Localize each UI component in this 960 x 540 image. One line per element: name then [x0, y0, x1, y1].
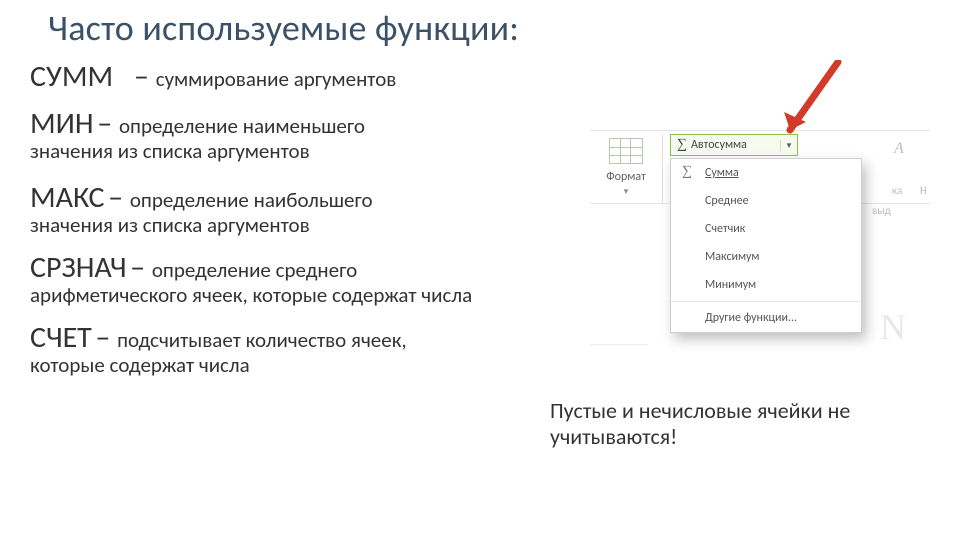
func-sum-desc: суммирование аргументов: [156, 66, 397, 92]
func-min-desc1: определение наименьшего: [119, 113, 365, 139]
ribbon-faded-text: выд: [872, 204, 891, 217]
worksheet-grid: [590, 344, 648, 369]
func-avg-desc1: определение среднего: [152, 257, 357, 283]
func-avg-desc2: арифметического ячеек, которые содержат …: [30, 284, 530, 307]
sigma-icon: ∑: [671, 137, 691, 153]
excel-screenshot: Формат ▾ ∑ Автосумма ▾ ∑ Сумма Среднее С…: [590, 118, 930, 368]
ribbon-separator: [662, 134, 663, 204]
slide-title: Часто используемые функции:: [48, 6, 519, 50]
func-avg-name: СРЗНАЧ: [30, 249, 127, 286]
ribbon-faded-text: А: [894, 140, 904, 158]
menu-item-min-label: Минимум: [705, 278, 756, 292]
autosum-dropdown: ∑ Сумма Среднее Счетчик Максимум Минимум…: [670, 158, 862, 333]
ribbon-faded-text: ка: [892, 184, 902, 197]
menu-item-avg[interactable]: Среднее: [671, 187, 861, 215]
func-max-desc1: определение наибольшего: [130, 187, 373, 213]
functions-list: СУММ – суммирование аргументов МИН – опр…: [30, 50, 530, 377]
note-text: Пустые и нечисловые ячейки не учитываютс…: [550, 398, 890, 451]
chevron-down-icon[interactable]: ▾: [780, 140, 797, 151]
menu-item-avg-label: Среднее: [705, 194, 749, 208]
func-count-desc1: подсчитывает количество ячеек,: [117, 327, 407, 353]
func-sum-name: СУММ: [30, 58, 113, 95]
func-min-desc2: значения из списка аргументов: [30, 140, 530, 163]
menu-item-other-label: Другие функции...: [705, 311, 797, 325]
chevron-down-icon: ▾: [594, 186, 658, 197]
ribbon-faded-text: Н: [920, 184, 927, 197]
menu-item-max-label: Максимум: [705, 250, 760, 264]
func-count: СЧЕТ – подсчитывает количество ячеек, ко…: [30, 321, 530, 377]
menu-item-other[interactable]: Другие функции...: [671, 304, 861, 332]
func-max-desc2: значения из списка аргументов: [30, 214, 530, 237]
format-button[interactable]: Формат ▾: [594, 136, 658, 204]
func-max: МАКС – определение наибольшего значения …: [30, 181, 530, 237]
menu-item-count[interactable]: Счетчик: [671, 215, 861, 243]
dash: –: [95, 319, 117, 356]
dash: –: [108, 179, 130, 216]
func-min-name: МИН: [30, 105, 94, 142]
menu-item-sum[interactable]: ∑ Сумма: [671, 159, 861, 187]
menu-item-min[interactable]: Минимум: [671, 271, 861, 299]
func-count-desc2: которые содержат числа: [30, 354, 530, 377]
menu-divider: [671, 301, 861, 302]
dash: –: [130, 249, 152, 286]
sigma-icon: ∑: [679, 164, 695, 180]
func-sum: СУММ – суммирование аргументов: [30, 60, 530, 93]
dash: –: [97, 105, 119, 142]
menu-item-sum-label: Сумма: [705, 166, 739, 180]
func-max-name: МАКС: [30, 179, 105, 216]
format-cells-icon: [609, 138, 643, 164]
func-count-name: СЧЕТ: [30, 319, 92, 356]
autosum-label: Автосумма: [691, 138, 747, 152]
func-avg: СРЗНАЧ – определение среднего арифметиче…: [30, 251, 530, 307]
column-letter-n: N: [880, 306, 906, 348]
dash: –: [134, 58, 156, 95]
slide: Часто используемые функции: СУММ – сумми…: [0, 0, 960, 540]
menu-item-count-label: Счетчик: [705, 222, 745, 236]
format-label: Формат: [594, 170, 658, 184]
autosum-button[interactable]: ∑ Автосумма ▾: [670, 134, 798, 156]
func-min: МИН – определение наименьшего значения и…: [30, 107, 530, 163]
menu-item-max[interactable]: Максимум: [671, 243, 861, 271]
